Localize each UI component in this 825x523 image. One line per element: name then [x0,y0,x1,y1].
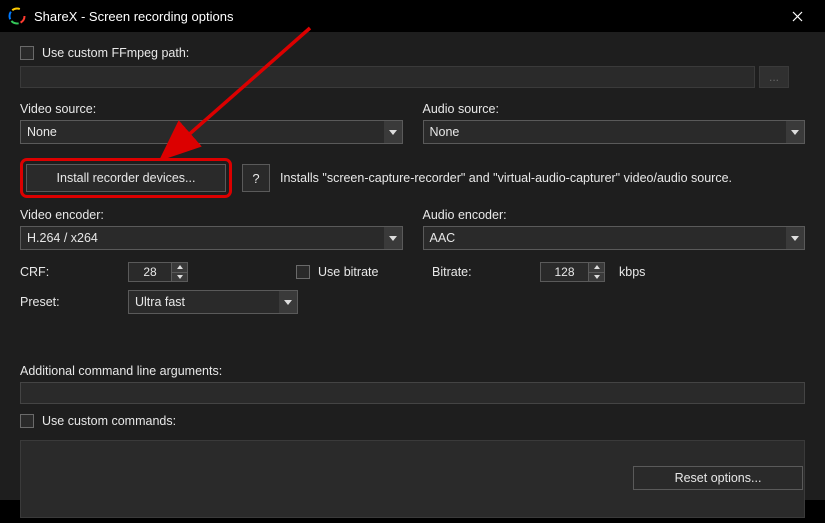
custom-ffmpeg-checkbox[interactable] [20,46,34,60]
audio-encoder-select[interactable]: AAC [423,226,806,250]
video-encoder-label: Video encoder: [20,208,403,222]
chevron-down-icon [384,121,402,143]
use-bitrate-label: Use bitrate [318,265,378,279]
audio-source-select[interactable]: None [423,120,806,144]
custom-cmd-row: Use custom commands: [20,414,805,428]
audio-source-value: None [424,125,787,139]
bitrate-spinner[interactable]: 128 [540,262,605,282]
ffmpeg-browse-button[interactable]: ... [759,66,789,88]
custom-ffmpeg-row: Use custom FFmpeg path: [20,46,805,60]
install-help-button[interactable]: ? [242,164,270,192]
install-highlight: Install recorder devices... [20,158,232,198]
audio-encoder-value: AAC [424,231,787,245]
bitrate-up-button[interactable] [589,263,604,273]
video-source-select[interactable]: None [20,120,403,144]
crf-label: CRF: [20,265,70,279]
video-source-label: Video source: [20,102,403,116]
audio-source-label: Audio source: [423,102,806,116]
chevron-down-icon [279,291,297,313]
chevron-down-icon [786,121,804,143]
install-devices-button[interactable]: Install recorder devices... [26,164,226,192]
crf-spinner[interactable]: 28 [128,262,188,282]
reset-options-button[interactable]: Reset options... [633,466,803,490]
preset-select[interactable]: Ultra fast [128,290,298,314]
preset-value: Ultra fast [129,295,279,309]
custom-cmd-checkbox[interactable] [20,414,34,428]
crf-value: 28 [129,263,171,281]
params-row: CRF: 28 Use bitrate Bitrate: 128 [20,262,805,282]
source-row: Video source: None Audio source: None [20,102,805,144]
install-description: Installs "screen-capture-recorder" and "… [280,171,732,185]
titlebar: ShareX - Screen recording options [0,0,825,32]
ffmpeg-path-row: ... [20,66,805,88]
crf-down-button[interactable] [172,273,187,282]
chevron-down-icon [786,227,804,249]
content: Use custom FFmpeg path: ... Video source… [0,32,825,523]
chevron-down-icon [384,227,402,249]
use-bitrate-checkbox[interactable] [296,265,310,279]
bitrate-unit: kbps [619,265,645,279]
bitrate-value: 128 [541,263,588,281]
bitrate-down-button[interactable] [589,273,604,282]
ffmpeg-path-input[interactable] [20,66,755,88]
install-row: Install recorder devices... ? Installs "… [20,158,805,198]
custom-ffmpeg-label: Use custom FFmpeg path: [42,46,189,60]
video-source-value: None [21,125,384,139]
crf-up-button[interactable] [172,263,187,273]
bitrate-label: Bitrate: [432,265,492,279]
args-input[interactable] [20,382,805,404]
window: ShareX - Screen recording options Use cu… [0,0,825,500]
custom-cmd-label: Use custom commands: [42,414,176,428]
window-title: ShareX - Screen recording options [34,9,777,24]
sharex-logo-icon [8,7,26,25]
args-label: Additional command line arguments: [20,364,805,378]
additional-section: Additional command line arguments: Use c… [20,364,805,523]
encoder-row: Video encoder: H.264 / x264 Audio encode… [20,208,805,250]
audio-encoder-label: Audio encoder: [423,208,806,222]
video-encoder-select[interactable]: H.264 / x264 [20,226,403,250]
video-encoder-value: H.264 / x264 [21,231,384,245]
preset-row: Preset: Ultra fast [20,290,805,314]
preset-label: Preset: [20,295,70,309]
close-button[interactable] [777,0,817,32]
